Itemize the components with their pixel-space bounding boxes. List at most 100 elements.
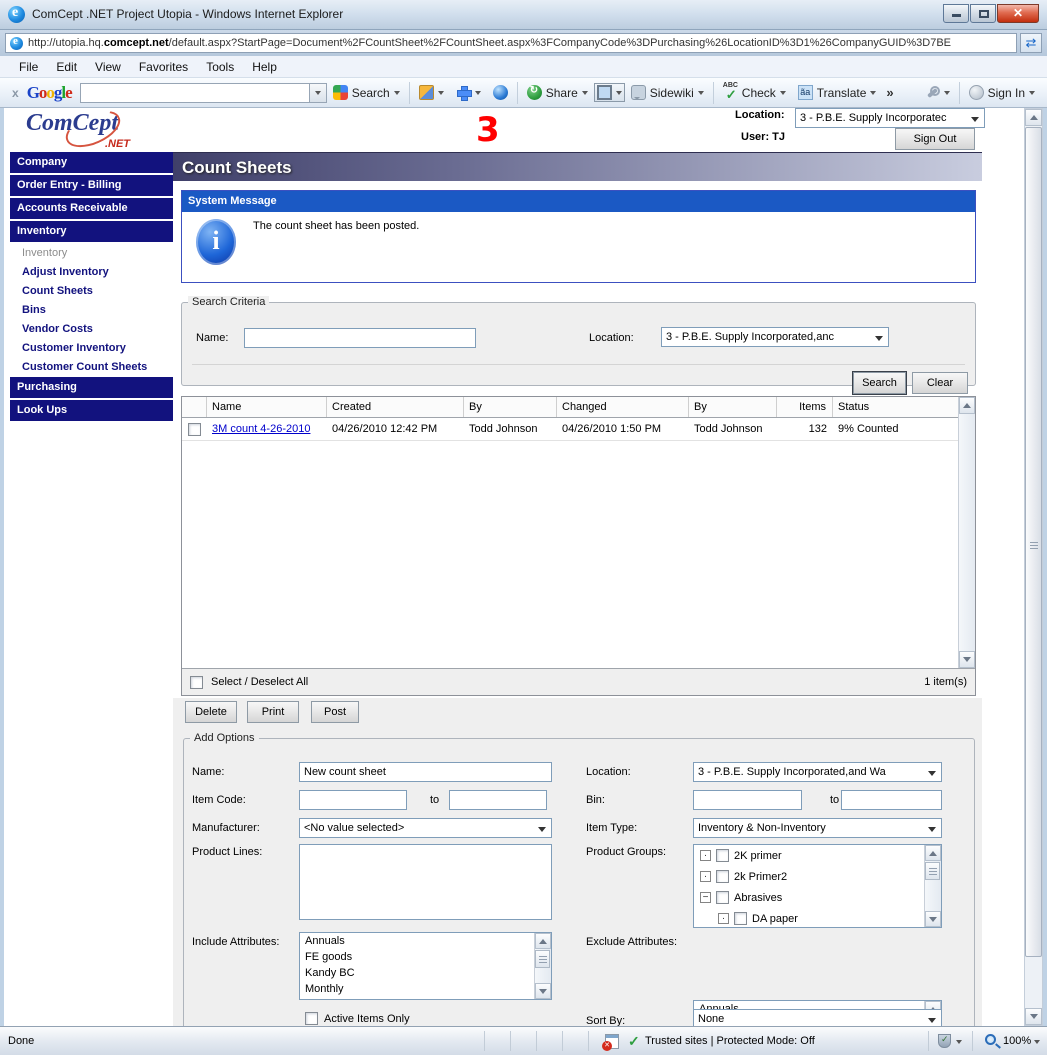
screen-capture-button[interactable] (594, 83, 625, 102)
sign-out-button[interactable]: Sign Out (895, 128, 975, 150)
zoom-icon[interactable] (985, 1034, 996, 1045)
menu-edit[interactable]: Edit (47, 58, 86, 76)
add-location-select[interactable]: 3 - P.B.E. Supply Incorporated,and Wa (693, 762, 942, 782)
column-header-created-by[interactable]: By (464, 397, 557, 417)
toolbar-settings-button[interactable] (919, 83, 956, 102)
privacy-report-icon[interactable] (605, 1034, 619, 1049)
menu-file[interactable]: File (10, 58, 47, 76)
news-button[interactable] (413, 83, 450, 102)
zoom-level[interactable]: 100% (1003, 1035, 1031, 1047)
scroll-up-button[interactable] (535, 933, 551, 949)
delete-button[interactable]: Delete (185, 701, 237, 723)
minimize-button[interactable] (943, 4, 969, 23)
search-name-input[interactable] (244, 328, 476, 348)
spellcheck-button[interactable]: ABC Check (717, 83, 792, 102)
item-code-to-input[interactable] (449, 790, 547, 810)
scroll-down-button[interactable] (959, 651, 975, 668)
scroll-down-button[interactable] (535, 983, 551, 999)
sidebar-item-adjust-inventory[interactable]: Adjust Inventory (10, 263, 173, 282)
post-button[interactable]: Post (311, 701, 359, 723)
column-header-changed[interactable]: Changed (557, 397, 689, 417)
sidebar-item-company[interactable]: Company (10, 152, 173, 173)
tree-checkbox[interactable] (716, 891, 729, 904)
address-input[interactable]: http://utopia.hq.comcept.net/default.asp… (5, 33, 1017, 53)
column-header-status[interactable]: Status (833, 397, 975, 417)
toolbar-overflow-chevron[interactable]: » (882, 85, 897, 100)
toolbar-search-button[interactable]: Search (327, 83, 406, 102)
sidebar-item-vendor-costs[interactable]: Vendor Costs (10, 320, 173, 339)
sidebar-item-purchasing[interactable]: Purchasing (10, 377, 173, 398)
chevron-down-icon[interactable] (1034, 1040, 1040, 1044)
column-header-items[interactable]: Items (777, 397, 833, 417)
search-history-dropdown[interactable] (310, 83, 327, 103)
tree-checkbox[interactable] (734, 912, 747, 925)
scroll-up-button[interactable] (959, 397, 975, 414)
google-earth-button[interactable] (487, 83, 514, 102)
scroll-thumb[interactable] (535, 950, 550, 968)
tree-checkbox[interactable] (716, 849, 729, 862)
item-type-select[interactable]: Inventory & Non-Inventory (693, 818, 942, 838)
search-location-select[interactable]: 3 - P.B.E. Supply Incorporated,anc (661, 327, 889, 347)
manufacturer-select[interactable]: <No value selected> (299, 818, 552, 838)
print-button[interactable]: Print (247, 701, 299, 723)
list-item[interactable]: Kandy BC (300, 965, 551, 981)
maximize-button[interactable] (970, 4, 996, 23)
menu-view[interactable]: View (86, 58, 130, 76)
sidebar-item-order-entry-billing[interactable]: Order Entry - Billing (10, 175, 173, 196)
menu-favorites[interactable]: Favorites (130, 58, 197, 76)
column-header-changed-by[interactable]: By (689, 397, 777, 417)
sidebar-item-inventory-sub[interactable]: Inventory (10, 244, 173, 263)
safety-icon[interactable] (938, 1034, 951, 1048)
header-location-select[interactable]: 3 - P.B.E. Supply Incorporatec (795, 108, 985, 128)
compatibility-view-button[interactable] (1020, 33, 1042, 53)
add-gadgets-button[interactable] (450, 83, 487, 102)
list-item[interactable]: Annuals (300, 933, 551, 949)
count-sheet-link[interactable]: 3M count 4-26-2010 (212, 423, 310, 435)
sidebar-item-count-sheets[interactable]: Count Sheets (10, 282, 173, 301)
item-code-from-input[interactable] (299, 790, 407, 810)
list-item[interactable]: Monthly (300, 981, 551, 997)
tree-expander-icon[interactable]: · (700, 871, 711, 882)
active-items-checkbox[interactable] (305, 1012, 318, 1025)
sidebar-item-customer-count-sheets[interactable]: Customer Count Sheets (10, 358, 173, 377)
sidewiki-button[interactable]: Sidewiki (625, 83, 710, 102)
scroll-up-button[interactable] (925, 845, 941, 861)
sidebar-item-bins[interactable]: Bins (10, 301, 173, 320)
sidebar-item-inventory[interactable]: Inventory (10, 221, 173, 242)
tree-expander-icon[interactable]: · (718, 913, 729, 924)
tree-scrollbar[interactable] (924, 845, 941, 927)
chevron-down-icon[interactable] (956, 1040, 962, 1044)
column-header-name[interactable]: Name (207, 397, 327, 417)
sidebar-item-accounts-receivable[interactable]: Accounts Receivable (10, 198, 173, 219)
scroll-down-button[interactable] (925, 911, 941, 927)
menu-help[interactable]: Help (243, 58, 286, 76)
select-all-checkbox[interactable] (190, 676, 203, 689)
toolbar-close-icon[interactable]: x (6, 86, 25, 100)
bin-to-input[interactable] (841, 790, 942, 810)
security-zone-text[interactable]: Trusted sites | Protected Mode: Off (645, 1035, 815, 1047)
share-button[interactable]: Share (521, 83, 594, 102)
clear-button[interactable]: Clear (912, 372, 968, 394)
listbox-scrollbar[interactable] (534, 933, 551, 999)
scroll-down-button[interactable] (1025, 1008, 1042, 1025)
menu-tools[interactable]: Tools (197, 58, 243, 76)
list-item[interactable]: FE goods (300, 949, 551, 965)
translate-button[interactable]: ãa Translate (792, 83, 883, 102)
product-lines-listbox[interactable] (299, 844, 552, 920)
close-button[interactable] (997, 4, 1039, 23)
sidebar-item-look-ups[interactable]: Look Ups (10, 400, 173, 421)
search-button[interactable]: Search (853, 372, 906, 394)
tree-expander-icon[interactable]: · (700, 850, 711, 861)
scroll-up-button[interactable] (1025, 109, 1042, 126)
column-header-created[interactable]: Created (327, 397, 464, 417)
table-scrollbar[interactable] (958, 397, 975, 668)
toolbar-search-input[interactable] (80, 83, 310, 103)
sidebar-item-customer-inventory[interactable]: Customer Inventory (10, 339, 173, 358)
bin-from-input[interactable] (693, 790, 802, 810)
sign-in-button[interactable]: Sign In (963, 83, 1041, 102)
row-checkbox[interactable] (188, 423, 201, 436)
sort-by-select[interactable]: None (693, 1009, 942, 1026)
scroll-thumb[interactable] (925, 862, 940, 880)
new-count-sheet-name-input[interactable] (299, 762, 552, 782)
page-scrollbar[interactable] (1024, 108, 1047, 1026)
